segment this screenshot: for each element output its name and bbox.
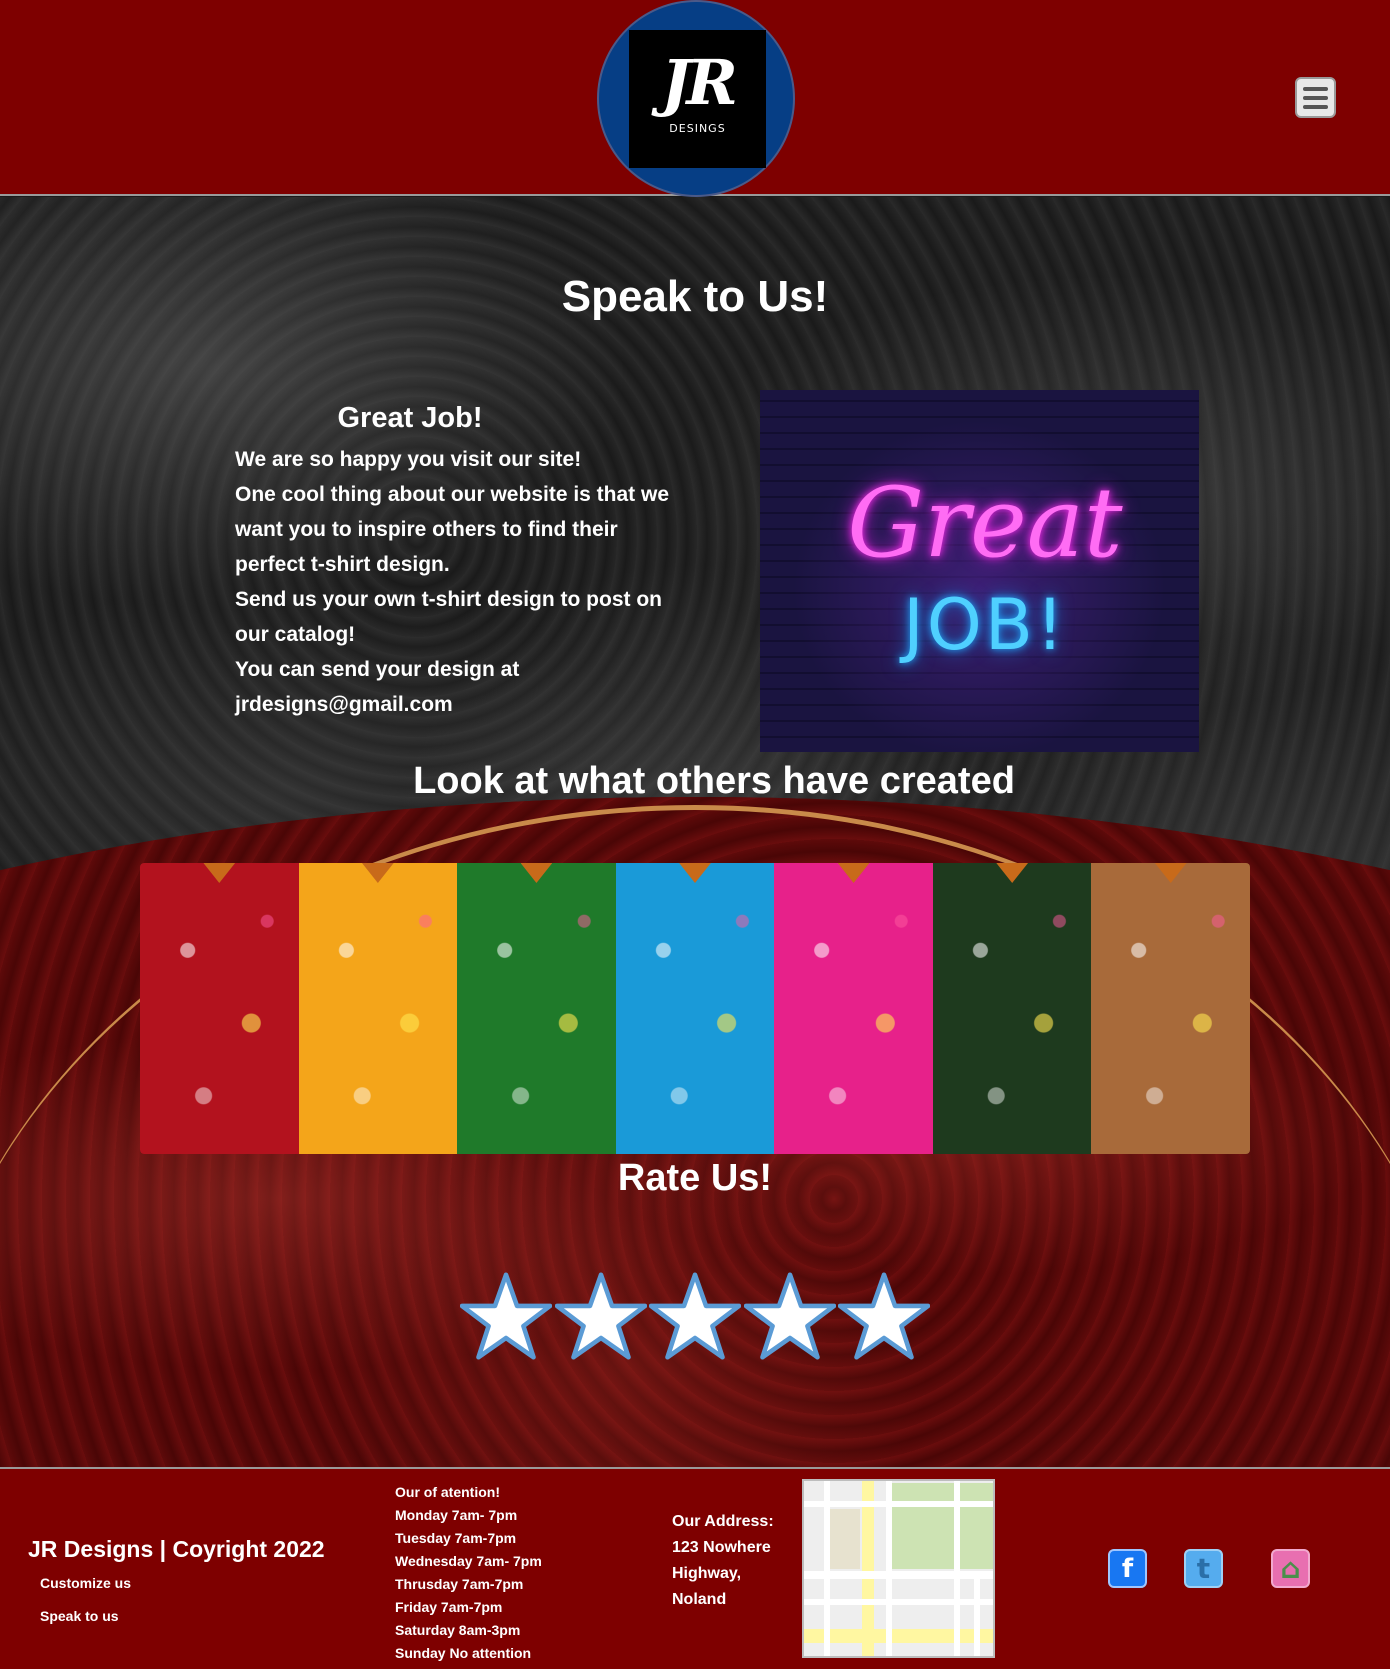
great-job-neon-image: Great JOB! — [760, 390, 1199, 752]
logo-badge: JR DESINGS — [629, 30, 766, 168]
hours-line: Monday 7am- 7pm — [395, 1507, 518, 1523]
neon-job-text: JOB! — [903, 584, 1067, 666]
hours-line: Thrusday 7am-7pm — [395, 1576, 524, 1592]
address: Our Address: 123 Nowhere Highway, Noland — [672, 1509, 802, 1613]
map-graphic — [804, 1481, 993, 1656]
opening-hours: Our of atention! Monday 7am- 7pm Tuesday… — [395, 1481, 542, 1665]
hamburger-menu-icon[interactable] — [1295, 77, 1336, 118]
shirt-strip — [932, 863, 1092, 1154]
rating-title: Rate Us! — [617, 1157, 773, 1199]
logo-subtitle: DESINGS — [669, 122, 726, 135]
shirt-gallery-image — [140, 863, 1250, 1154]
shirt-strip — [298, 863, 458, 1154]
star-icon[interactable] — [649, 1272, 741, 1360]
address-line: Highway, — [672, 1565, 742, 1582]
intro-paragraph: One cool thing about our website is that… — [235, 483, 670, 576]
star-icon[interactable] — [743, 1272, 836, 1360]
intro-paragraph: You can send your design at jrdesigns@gm… — [235, 658, 520, 716]
site-footer: JR Designs | Coyright 2022 Customize us … — [0, 1467, 1390, 1669]
intro-text: We are so happy you visit our site! One … — [235, 442, 675, 722]
menu-bar — [1303, 95, 1328, 100]
hours-line: Wednesday 7am- 7pm — [395, 1553, 542, 1569]
star-icon[interactable] — [838, 1272, 930, 1360]
intro-paragraph: Send us your own t-shirt design to post … — [235, 588, 662, 646]
hours-line: Sunday No attention — [395, 1645, 532, 1661]
site-header: JR DESINGS — [0, 0, 1390, 197]
shirt-strip — [457, 863, 616, 1154]
facebook-glyph: f — [1121, 1553, 1134, 1584]
footer-link-speak[interactable]: Speak to us — [40, 1608, 119, 1624]
star-icon[interactable] — [460, 1272, 552, 1360]
page-title: Speak to Us! — [561, 272, 829, 321]
menu-bar — [1303, 86, 1328, 91]
hours-line: Friday 7am-7pm — [395, 1599, 503, 1615]
hours-line: Our of atention! — [395, 1484, 500, 1500]
gallery-title: Look at what others have created — [413, 760, 1015, 802]
map-thumbnail[interactable] — [802, 1479, 995, 1658]
home-glyph: ⌂ — [1280, 1552, 1301, 1585]
logo-mark: JR — [661, 46, 738, 119]
copyright-text: JR Designs | Coyright 2022 — [28, 1536, 325, 1562]
shirt-strip — [1091, 863, 1250, 1154]
shirt-strip — [774, 863, 933, 1154]
hours-line: Saturday 8am-3pm — [395, 1622, 521, 1638]
home-icon[interactable]: ⌂ — [1271, 1549, 1310, 1588]
intro-paragraph: We are so happy you visit our site! — [235, 448, 582, 471]
address-line: Noland — [672, 1591, 727, 1608]
menu-bar — [1303, 104, 1328, 109]
hours-line: Tuesday 7am-7pm — [395, 1530, 517, 1546]
card-title: Great Job! — [337, 402, 483, 434]
neon-great-text: Great — [847, 467, 1123, 579]
twitter-glyph: t — [1196, 1552, 1211, 1585]
address-line: 123 Nowhere — [672, 1539, 771, 1556]
logo[interactable]: JR DESINGS — [597, 0, 795, 197]
main-content: Speak to Us! Great Job! We are so happy … — [0, 197, 1390, 1467]
star-icon[interactable] — [554, 1272, 647, 1360]
facebook-icon[interactable]: f — [1108, 1549, 1147, 1588]
star-rating[interactable] — [460, 1272, 930, 1360]
address-line: Our Address: — [672, 1513, 774, 1530]
shirt-strip — [615, 863, 775, 1154]
twitter-icon[interactable]: t — [1184, 1549, 1223, 1588]
shirt-strip — [140, 863, 299, 1154]
footer-link-customize[interactable]: Customize us — [40, 1575, 131, 1591]
